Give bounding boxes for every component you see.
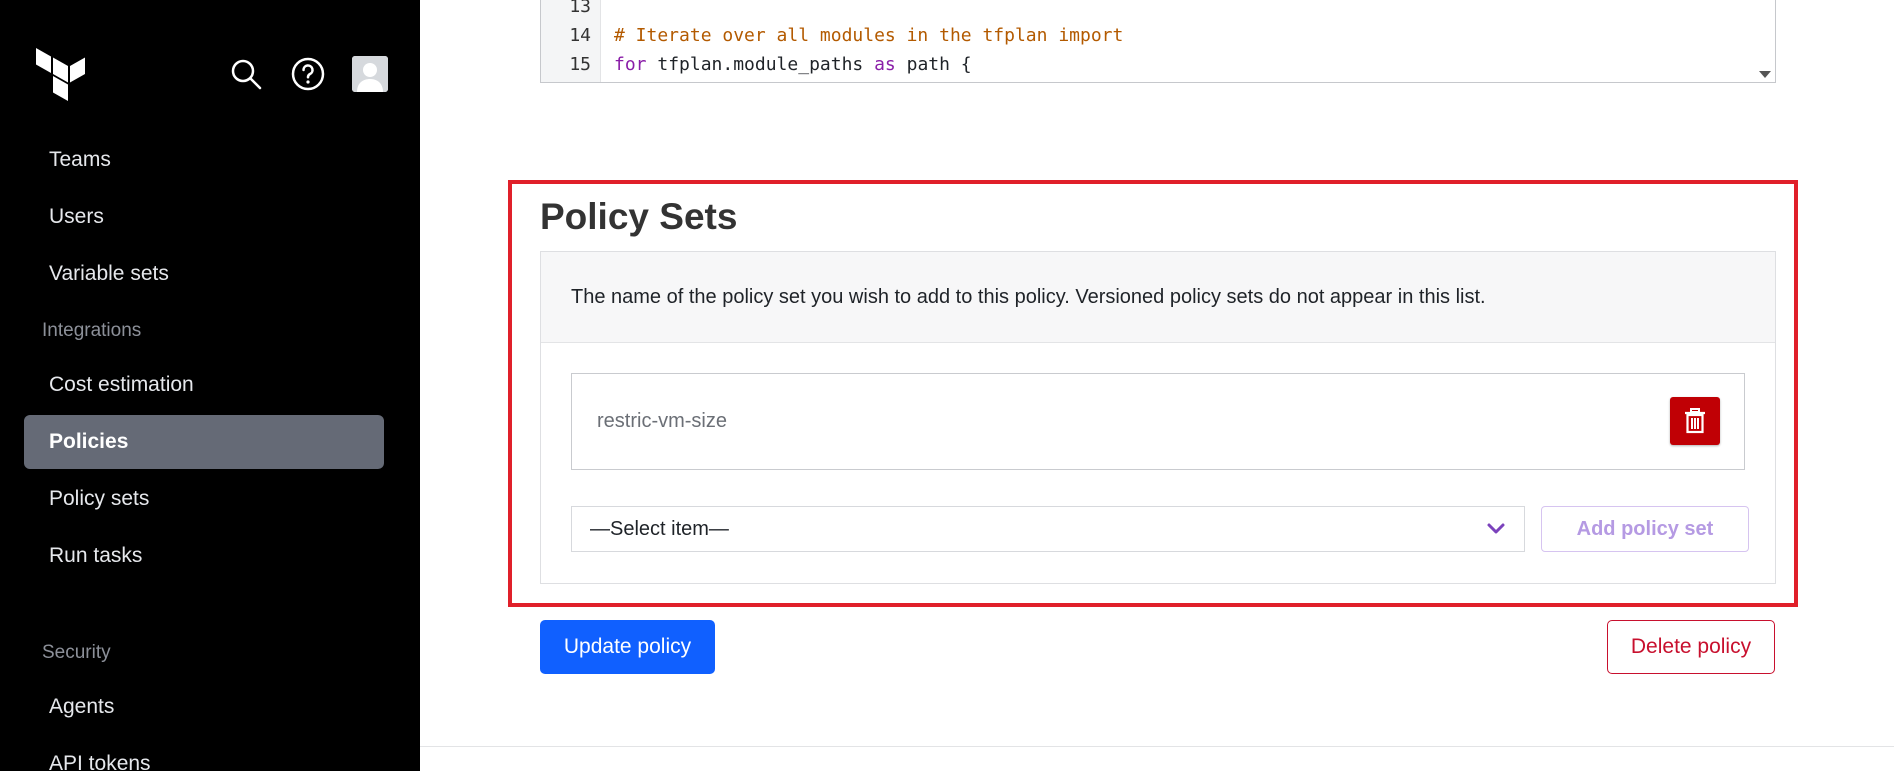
- user-avatar-icon[interactable]: [352, 56, 388, 92]
- update-policy-button[interactable]: Update policy: [540, 620, 715, 674]
- code-plain: tfplan.module_paths: [646, 54, 875, 75]
- sidebar-item-users[interactable]: Users: [24, 190, 384, 244]
- delete-policy-set-button[interactable]: [1670, 397, 1720, 445]
- sidebar-nav: Teams Users Variable sets Integrations C…: [24, 133, 384, 771]
- policy-set-row: restric-vm-size: [571, 373, 1745, 470]
- add-policy-set-button[interactable]: Add policy set: [1541, 506, 1749, 552]
- policy-sets-panel: The name of the policy set you wish to a…: [540, 251, 1776, 584]
- trash-icon: [1685, 408, 1705, 434]
- policy-set-select[interactable]: —Select item—: [571, 506, 1525, 552]
- code-keyword: as: [874, 54, 896, 75]
- terraform-logo-icon[interactable]: [36, 48, 86, 102]
- code-comment: # Iterate over all modules in the tfplan…: [614, 25, 1124, 46]
- sidebar-item-policies[interactable]: Policies: [24, 415, 384, 469]
- code-keyword: for: [614, 54, 647, 75]
- main-content: 13 14 # Iterate over all modules in the …: [420, 0, 1894, 771]
- code-line: 13: [541, 0, 614, 21]
- line-number: 14: [569, 25, 591, 46]
- help-icon[interactable]: [290, 56, 326, 92]
- sidebar-item-teams[interactable]: Teams: [24, 133, 384, 187]
- line-number: 13: [569, 0, 591, 17]
- policy-set-name: restric-vm-size: [597, 410, 727, 432]
- divider: [420, 746, 1894, 747]
- code-editor[interactable]: 13 14 # Iterate over all modules in the …: [540, 0, 1776, 83]
- search-icon[interactable]: [228, 56, 264, 92]
- sidebar: Teams Users Variable sets Integrations C…: [0, 0, 420, 771]
- sidebar-item-policy-sets[interactable]: Policy sets: [24, 472, 384, 526]
- select-value: —Select item—: [590, 517, 729, 540]
- policy-sets-description: The name of the policy set you wish to a…: [541, 252, 1775, 343]
- sidebar-item-api-tokens[interactable]: API tokens: [24, 737, 384, 771]
- code-line: 14 # Iterate over all modules in the tfp…: [541, 21, 1123, 50]
- delete-policy-button[interactable]: Delete policy: [1607, 620, 1775, 674]
- sidebar-section-integrations: Integrations: [42, 320, 142, 341]
- line-number: 15: [569, 54, 591, 75]
- sidebar-item-run-tasks[interactable]: Run tasks: [24, 529, 384, 583]
- sidebar-section-security: Security: [42, 642, 111, 663]
- code-line: 15 for tfplan.module_paths as path {: [541, 50, 972, 79]
- scroll-down-arrow-icon[interactable]: [1759, 71, 1771, 78]
- chevron-down-icon: [1487, 523, 1505, 534]
- policy-sets-title: Policy Sets: [540, 196, 738, 237]
- sidebar-item-cost-estimation[interactable]: Cost estimation: [24, 358, 384, 412]
- code-plain: path {: [895, 54, 972, 75]
- code-text: for tfplan.module_paths as path {: [614, 54, 972, 75]
- sidebar-item-variable-sets[interactable]: Variable sets: [24, 247, 384, 301]
- sidebar-item-agents[interactable]: Agents: [24, 680, 384, 734]
